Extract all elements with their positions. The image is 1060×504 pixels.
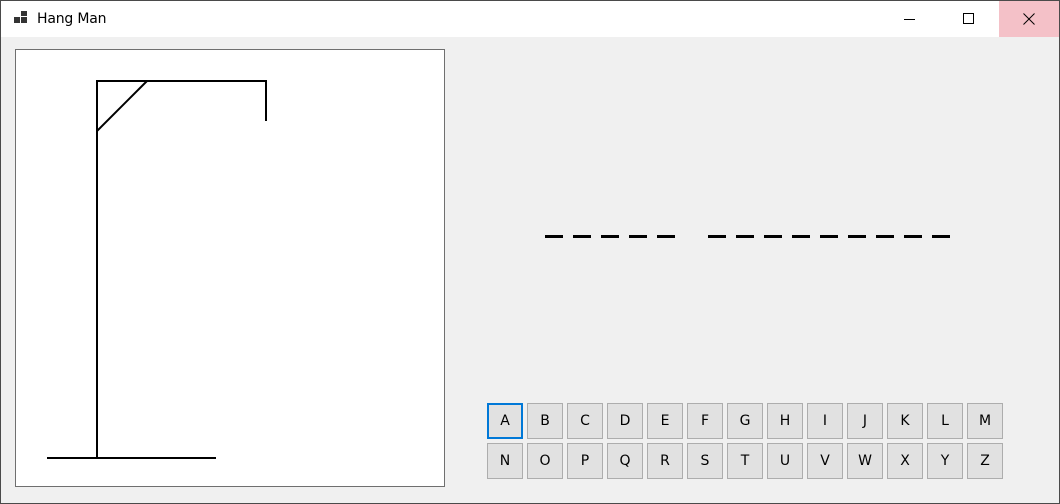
letter-blank	[629, 235, 647, 238]
letter-blank	[708, 235, 726, 238]
window-title: Hang Man	[37, 11, 107, 27]
letter-button-d[interactable]: D	[607, 403, 643, 439]
letter-button-u[interactable]: U	[767, 443, 803, 479]
letter-blank	[657, 235, 675, 238]
letter-blank	[573, 235, 591, 238]
letter-button-v[interactable]: V	[807, 443, 843, 479]
letter-blank	[904, 235, 922, 238]
letter-button-w[interactable]: W	[847, 443, 883, 479]
letter-button-b[interactable]: B	[527, 403, 563, 439]
close-button[interactable]	[999, 1, 1059, 37]
letter-blank	[764, 235, 782, 238]
word-display	[545, 235, 950, 238]
letter-blank	[792, 235, 810, 238]
hangman-drawing-panel	[15, 49, 445, 487]
letter-button-o[interactable]: O	[527, 443, 563, 479]
letter-blank	[601, 235, 619, 238]
letter-button-c[interactable]: C	[567, 403, 603, 439]
minimize-icon	[904, 19, 915, 20]
letter-blank	[545, 235, 563, 238]
gallows-brace	[96, 80, 148, 132]
letter-button-g[interactable]: G	[727, 403, 763, 439]
letter-button-y[interactable]: Y	[927, 443, 963, 479]
letter-blank	[820, 235, 838, 238]
letter-blank	[848, 235, 866, 238]
letter-button-h[interactable]: H	[767, 403, 803, 439]
letter-button-t[interactable]: T	[727, 443, 763, 479]
letter-button-x[interactable]: X	[887, 443, 923, 479]
letter-button-s[interactable]: S	[687, 443, 723, 479]
letter-blank	[932, 235, 950, 238]
letter-button-f[interactable]: F	[687, 403, 723, 439]
letter-button-e[interactable]: E	[647, 403, 683, 439]
maximize-icon	[963, 13, 974, 24]
letter-keyboard: ABCDEFGHIJKLM NOPQRSTUVWXYZ	[487, 403, 1009, 485]
app-window: Hang Man ABCDEFGHIJKLM NOPQRST U V W X Y …	[0, 0, 1060, 504]
letter-button-m[interactable]: M	[967, 403, 1003, 439]
minimize-button[interactable]	[881, 1, 939, 37]
gallows-drawing	[47, 80, 267, 459]
letter-button-j[interactable]: J	[847, 403, 883, 439]
letter-button-l[interactable]: L	[927, 403, 963, 439]
letter-button-k[interactable]: K	[887, 403, 923, 439]
letter-button-a[interactable]: A	[487, 403, 523, 439]
letter-button-i[interactable]: I	[807, 403, 843, 439]
app-icon	[14, 11, 27, 23]
maximize-button[interactable]	[940, 1, 998, 37]
close-icon	[1023, 13, 1035, 25]
letter-button-z[interactable]: Z	[967, 443, 1003, 479]
letter-blank	[736, 235, 754, 238]
letter-blank	[876, 235, 894, 238]
letter-button-q[interactable]: Q	[607, 443, 643, 479]
letter-button-r[interactable]: R	[647, 443, 683, 479]
title-bar[interactable]: Hang Man	[1, 1, 1059, 37]
letter-button-p[interactable]: P	[567, 443, 603, 479]
letter-button-n[interactable]: N	[487, 443, 523, 479]
